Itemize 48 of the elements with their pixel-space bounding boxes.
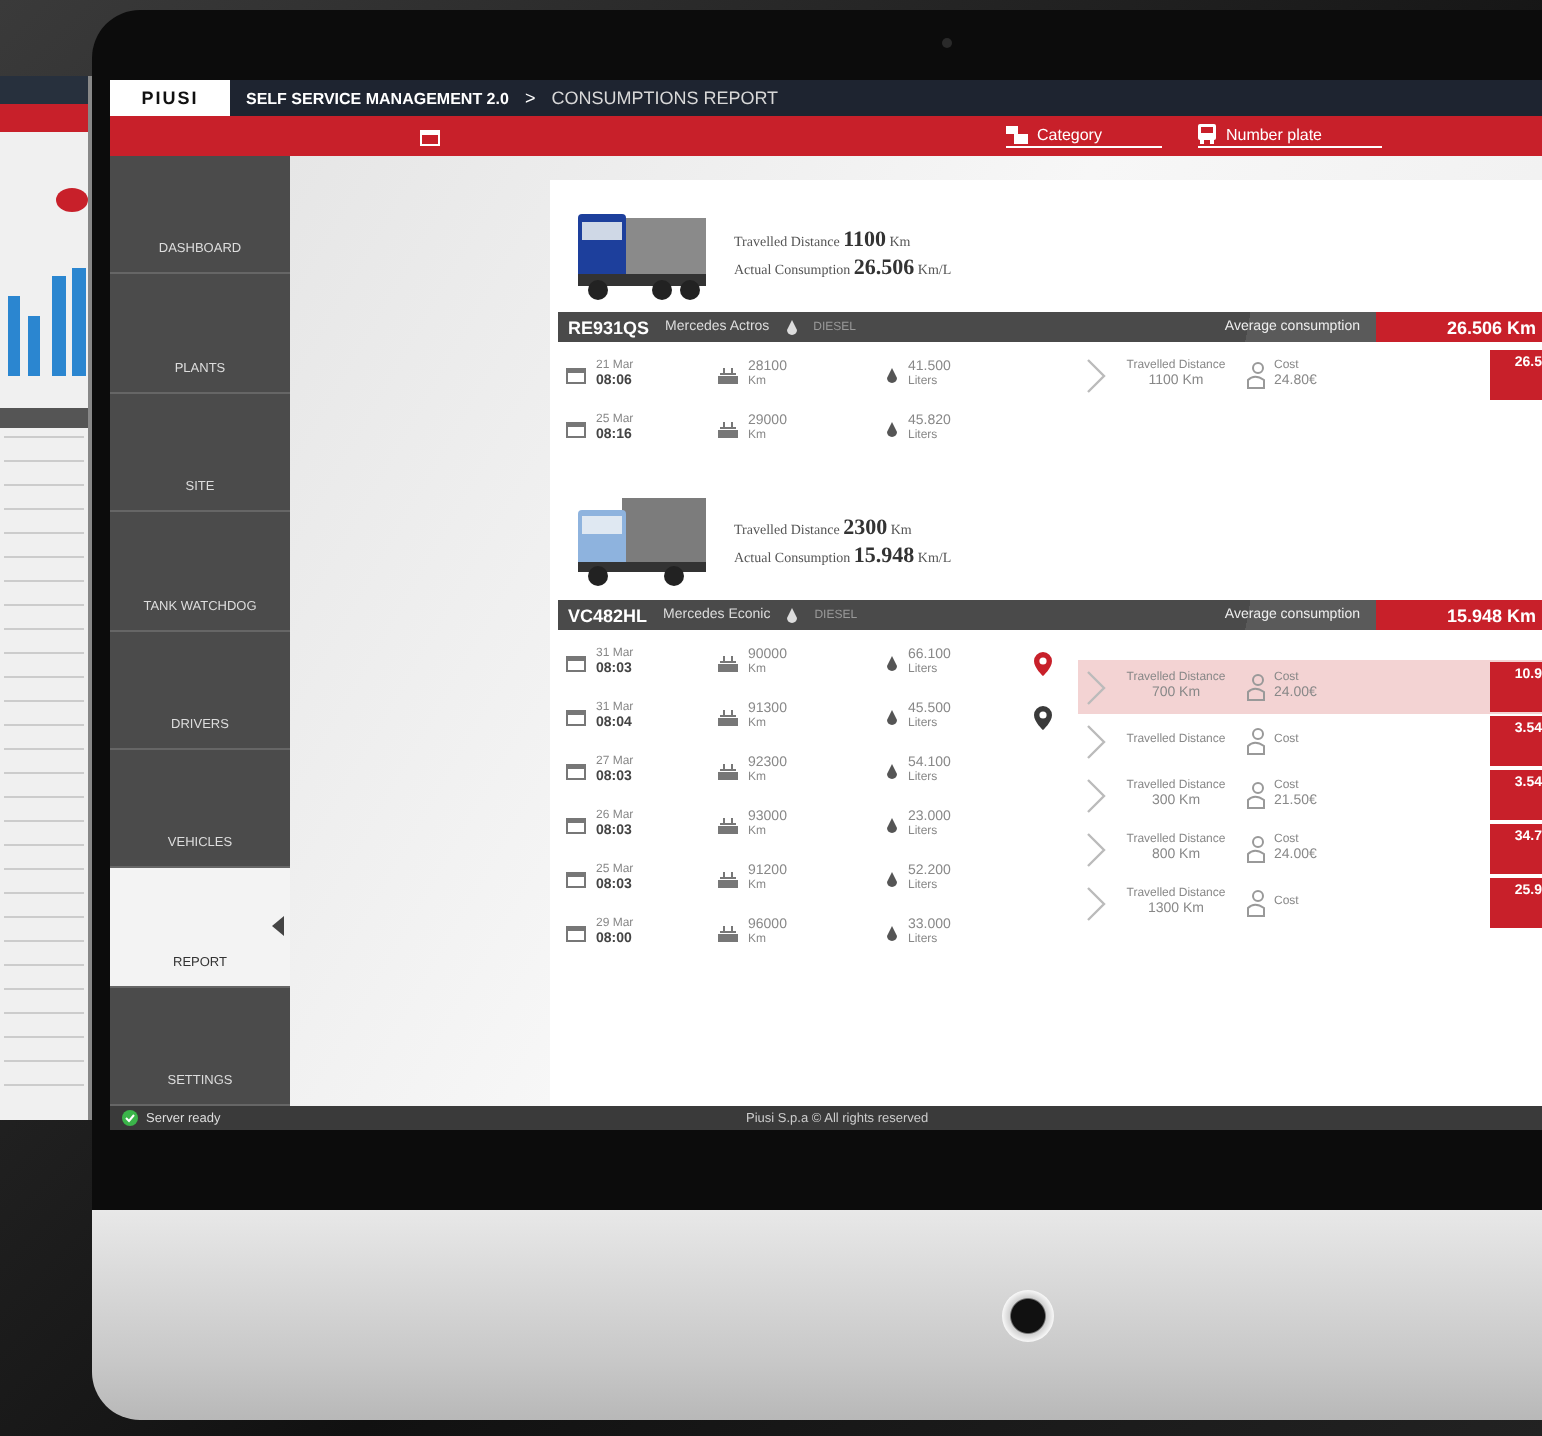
calendar-icon [566,708,586,726]
check-icon [122,1110,138,1126]
gauge-icon [718,366,738,384]
gauge-icon [718,420,738,438]
stacked-cards-icon [1005,125,1027,143]
calendar-icon [566,816,586,834]
calendar-icon [566,762,586,780]
page-title: CONSUMPTIONS REPORT [551,88,779,108]
chevron-right-icon [1086,357,1106,393]
breadcrumb-separator: > [524,88,536,108]
calendar-icon [420,127,440,145]
logo: PIUSI [110,80,230,116]
drop-icon [785,319,798,335]
gauge-icon [718,816,738,834]
drop-icon [886,421,898,437]
drop-icon [786,607,799,623]
drop-icon [886,817,898,833]
average-value: 15.948 Km [1376,600,1542,630]
drop-icon [886,709,898,725]
chevron-right-icon [1086,777,1106,813]
chevron-right-icon [1086,723,1106,759]
plate-number: VC482HL [568,605,648,625]
gauge-icon [718,924,738,942]
gauge-icon [718,762,738,780]
average-value: 26.506 Km [1376,312,1542,342]
filter-button[interactable]: Number plate [1197,124,1382,148]
calendar-icon [566,654,586,672]
drop-icon [886,763,898,779]
power-button[interactable] [1002,1289,1054,1341]
chevron-right-icon [1086,831,1106,867]
drop-icon [886,871,898,887]
gauge-icon [718,654,738,672]
calendar-icon [566,924,586,942]
bus-icon [1197,124,1216,144]
drop-icon [886,655,898,671]
camera-dot [942,38,952,48]
calendar-icon [566,366,586,384]
gauge-icon [718,870,738,888]
chevron-right-icon [1086,669,1106,705]
plate-number: RE931QS [568,317,650,337]
drop-icon [886,367,898,383]
chevron-right-icon [1086,885,1106,921]
app-title: SELF SERVICE MANAGEMENT 2.0 [246,89,509,107]
gauge-icon [718,708,738,726]
filter-button[interactable]: Category [1005,124,1162,148]
calendar-icon [566,420,586,438]
drop-icon [886,925,898,941]
calendar-icon [566,870,586,888]
